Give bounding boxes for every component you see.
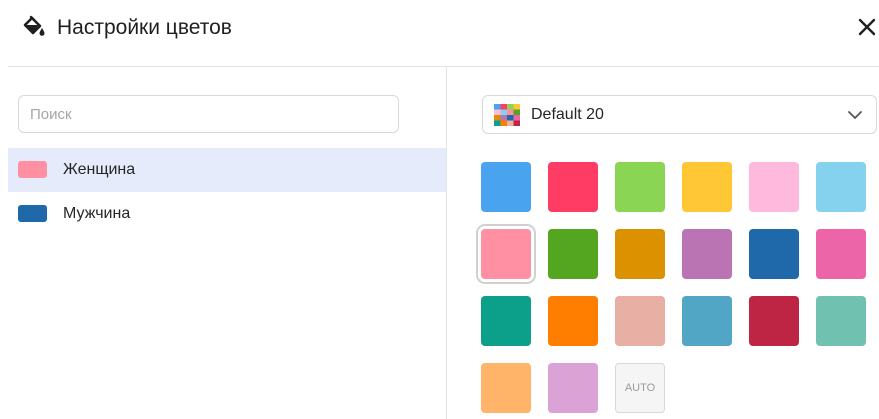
chevron-down-icon: [848, 111, 862, 119]
close-icon[interactable]: [856, 16, 878, 38]
color-swatch[interactable]: [615, 162, 665, 212]
palette-select[interactable]: Default 20: [482, 95, 877, 134]
palette-select-label: Default 20: [531, 106, 604, 123]
list-item-female[interactable]: Женщина: [8, 148, 446, 192]
color-indicator: [18, 161, 47, 178]
header-divider: [8, 66, 879, 67]
color-swatch[interactable]: [816, 229, 866, 279]
color-swatch[interactable]: [548, 229, 598, 279]
color-swatch[interactable]: [749, 296, 799, 346]
color-swatch[interactable]: [682, 162, 732, 212]
panel-divider: [446, 67, 447, 419]
color-swatch[interactable]: [481, 363, 531, 413]
auto-color-button[interactable]: AUTO: [615, 363, 665, 413]
color-swatch[interactable]: [481, 229, 531, 279]
list-item-label: Мужчина: [63, 205, 131, 222]
color-swatch[interactable]: [749, 229, 799, 279]
dialog-header: Настройки цветов: [0, 0, 879, 62]
color-swatch[interactable]: [816, 296, 866, 346]
color-swatch[interactable]: [615, 296, 665, 346]
color-swatch[interactable]: [481, 296, 531, 346]
color-swatch[interactable]: [548, 296, 598, 346]
color-swatch[interactable]: [816, 162, 866, 212]
list-item-label: Женщина: [63, 161, 136, 178]
color-swatch[interactable]: [548, 162, 598, 212]
palette-mosaic-icon: [494, 104, 520, 126]
paint-bucket-icon: [23, 15, 45, 36]
dialog-title: Настройки цветов: [57, 16, 232, 39]
color-indicator: [18, 205, 47, 222]
list-item-male[interactable]: Мужчина: [8, 192, 446, 236]
color-swatch[interactable]: [615, 229, 665, 279]
color-swatch[interactable]: [749, 162, 799, 212]
color-swatch[interactable]: [548, 363, 598, 413]
color-swatch[interactable]: [481, 162, 531, 212]
color-swatch[interactable]: [682, 229, 732, 279]
color-swatch[interactable]: [682, 296, 732, 346]
search-input[interactable]: [18, 95, 399, 133]
